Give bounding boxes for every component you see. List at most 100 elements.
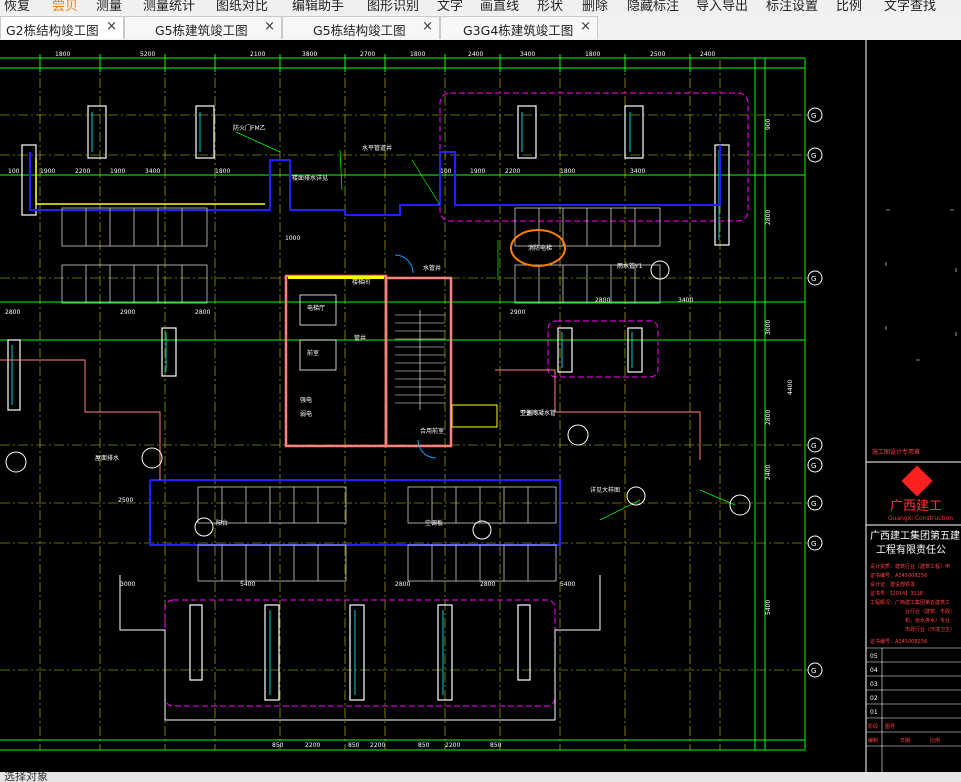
axis-label: G bbox=[811, 152, 816, 160]
tb-row: 设计证：建设部颁发 bbox=[870, 581, 915, 588]
axis-label: G bbox=[811, 667, 816, 675]
wall-columns bbox=[7, 105, 730, 701]
axis-label: G bbox=[811, 112, 816, 120]
dim-label: 850 bbox=[418, 742, 430, 749]
dim-label: 2100 bbox=[250, 51, 265, 58]
dim-label: 2800 bbox=[5, 309, 20, 316]
drawing-canvas[interactable]: 1800 5200 2100 3800 2700 1800 2400 3400 … bbox=[0, 40, 961, 772]
tb-footer: 编制 bbox=[868, 737, 878, 744]
room-label: 空调板 bbox=[425, 519, 443, 527]
title-block: 施工图设计专用章 广西建工 Guangxi Construction 广西建工集… bbox=[865, 40, 961, 772]
dim-label: 5400 bbox=[240, 581, 255, 588]
tb-footer: 阶段 bbox=[868, 723, 878, 730]
dim-label: 900 bbox=[765, 118, 772, 130]
room-label: 弱电 bbox=[300, 410, 312, 418]
company-name-line2: 工程有限责任公 bbox=[876, 543, 946, 556]
dim-label: 1900 bbox=[110, 168, 125, 175]
dim-label: 100 bbox=[440, 168, 452, 175]
dim-label: 5400 bbox=[560, 581, 575, 588]
menu-item-restore[interactable]: 恢复 bbox=[4, 0, 30, 14]
menu-item-home[interactable]: 尝贝 bbox=[52, 0, 78, 14]
close-icon[interactable]: × bbox=[422, 19, 433, 34]
dim-label: 2700 bbox=[360, 51, 375, 58]
dim-label: 1800 bbox=[215, 168, 230, 175]
document-tab-bar: G2栋结构竣工图 × G5栋建筑竣工图 × G5栋结构竣工图 × G3G4栋建筑… bbox=[0, 14, 961, 41]
dim-label: 4400 bbox=[787, 380, 794, 395]
dim-label: 3400 bbox=[678, 297, 693, 304]
tab-g2-structure[interactable]: G2栋结构竣工图 × bbox=[0, 16, 124, 39]
dim-label: 3400 bbox=[630, 168, 645, 175]
status-text: 选择对象 bbox=[4, 772, 48, 782]
note-label: 防火门FM乙 bbox=[233, 124, 266, 132]
company-name-line1: 广西建工集团第五建 bbox=[870, 529, 960, 542]
tab-label: G5栋建筑竣工图 bbox=[155, 23, 248, 38]
room-label: 前室 bbox=[307, 349, 319, 357]
dim-label: 2500 bbox=[118, 497, 133, 504]
design-stamp-label: 施工图设计专用章 bbox=[872, 448, 920, 456]
room-label: 楼梯间 bbox=[352, 278, 370, 286]
axis-bubble-labels: G G G G G G G G bbox=[811, 112, 816, 675]
dimension-frame bbox=[0, 57, 806, 751]
room-label: 合用前室 bbox=[420, 427, 444, 435]
menu-item-hide-dims[interactable]: 隐藏标注 bbox=[627, 0, 679, 14]
room-label: 水管井 bbox=[423, 264, 441, 272]
tb-footer: 比例 bbox=[930, 737, 940, 744]
dim-label: 2400 bbox=[468, 51, 483, 58]
dim-label: 1800 bbox=[560, 168, 575, 175]
dim-label: 1800 bbox=[410, 51, 425, 58]
note-label: 雨水管Y1 bbox=[617, 262, 643, 270]
window-strip bbox=[35, 158, 265, 205]
right-dimension-text: 900 2800 3000 2800 2400 4400 5400 bbox=[765, 118, 794, 615]
window-blocks bbox=[61, 207, 661, 582]
company-logo-text: 广西建工 bbox=[890, 499, 942, 514]
tb-row: 证书号：【2014】3118 bbox=[870, 590, 923, 597]
menu-item-line[interactable]: 画直线 bbox=[480, 0, 519, 14]
note-label: 水平管道井 bbox=[362, 144, 392, 152]
menu-item-import-export[interactable]: 导入导出 bbox=[696, 0, 748, 14]
dim-label: 5200 bbox=[140, 51, 155, 58]
tb-row: 设计资质：建筑行业（建筑工程）甲 bbox=[870, 563, 950, 570]
menu-item-shape[interactable]: 形状 bbox=[537, 0, 563, 14]
close-icon[interactable]: × bbox=[106, 19, 117, 34]
menu-item-find-text[interactable]: 文字查找 bbox=[884, 0, 936, 14]
room-label: 阳台 bbox=[216, 519, 228, 527]
dim-label: 2800 bbox=[765, 210, 772, 225]
dim-label: 2800 bbox=[195, 309, 210, 316]
stair-core-wall bbox=[384, 276, 453, 448]
menu-item-delete[interactable]: 删除 bbox=[582, 0, 608, 14]
tb-row: 工程概况：广西建工集团第五建筑工 bbox=[870, 599, 950, 606]
menu-item-recognize[interactable]: 图形识别 bbox=[367, 0, 419, 14]
tab-g5-structure[interactable]: G5栋结构竣工图 × bbox=[282, 16, 440, 39]
dim-label: 850 bbox=[348, 742, 360, 749]
menu-item-measure[interactable]: 测量 bbox=[96, 0, 122, 14]
menu-item-text[interactable]: 文字 bbox=[437, 0, 463, 14]
dim-label: 3000 bbox=[765, 320, 772, 335]
tb-row: 市政行业（环境卫生） bbox=[905, 626, 955, 633]
note-label: 楼面排水详见 bbox=[292, 174, 328, 182]
tab-g5-architecture[interactable]: G5栋建筑竣工图 × bbox=[124, 16, 282, 39]
dim-label: 2800 bbox=[480, 581, 495, 588]
menu-item-edit-assistant[interactable]: 编辑助手 bbox=[292, 0, 344, 14]
menu-item-compare[interactable]: 图纸对比 bbox=[216, 0, 268, 14]
tab-g3g4-architecture[interactable]: G3G4栋建筑竣工图 × bbox=[440, 16, 598, 39]
column-hatch bbox=[11, 112, 720, 695]
axis-grid bbox=[0, 60, 810, 750]
menu-bar: 恢复 尝贝 测量 测量统计 图纸对比 编辑助手 图形识别 文字 画直线 形状 删… bbox=[0, 0, 961, 14]
menu-item-scale[interactable]: 比例 bbox=[836, 0, 862, 14]
room-label: 管井 bbox=[354, 334, 366, 342]
dim-label: 3000 bbox=[120, 581, 135, 588]
stair-treads bbox=[395, 310, 445, 410]
balcony-outline-top-right bbox=[439, 92, 749, 222]
tab-label: G3G4栋建筑竣工图 bbox=[463, 23, 574, 38]
room-label: 电梯厅 bbox=[307, 304, 325, 312]
close-icon[interactable]: × bbox=[264, 19, 275, 34]
close-icon[interactable]: × bbox=[580, 19, 591, 34]
axis-label: G bbox=[811, 500, 816, 508]
menu-item-dim-settings[interactable]: 标注设置 bbox=[766, 0, 818, 14]
slab-edge-left bbox=[0, 359, 161, 480]
dim-label: 2200 bbox=[445, 742, 460, 749]
axis-label: G bbox=[811, 540, 816, 548]
revision-label: 05 bbox=[870, 653, 878, 660]
status-bar: 选择对象 bbox=[0, 772, 961, 782]
menu-item-measure-stats[interactable]: 测量统计 bbox=[143, 0, 195, 14]
